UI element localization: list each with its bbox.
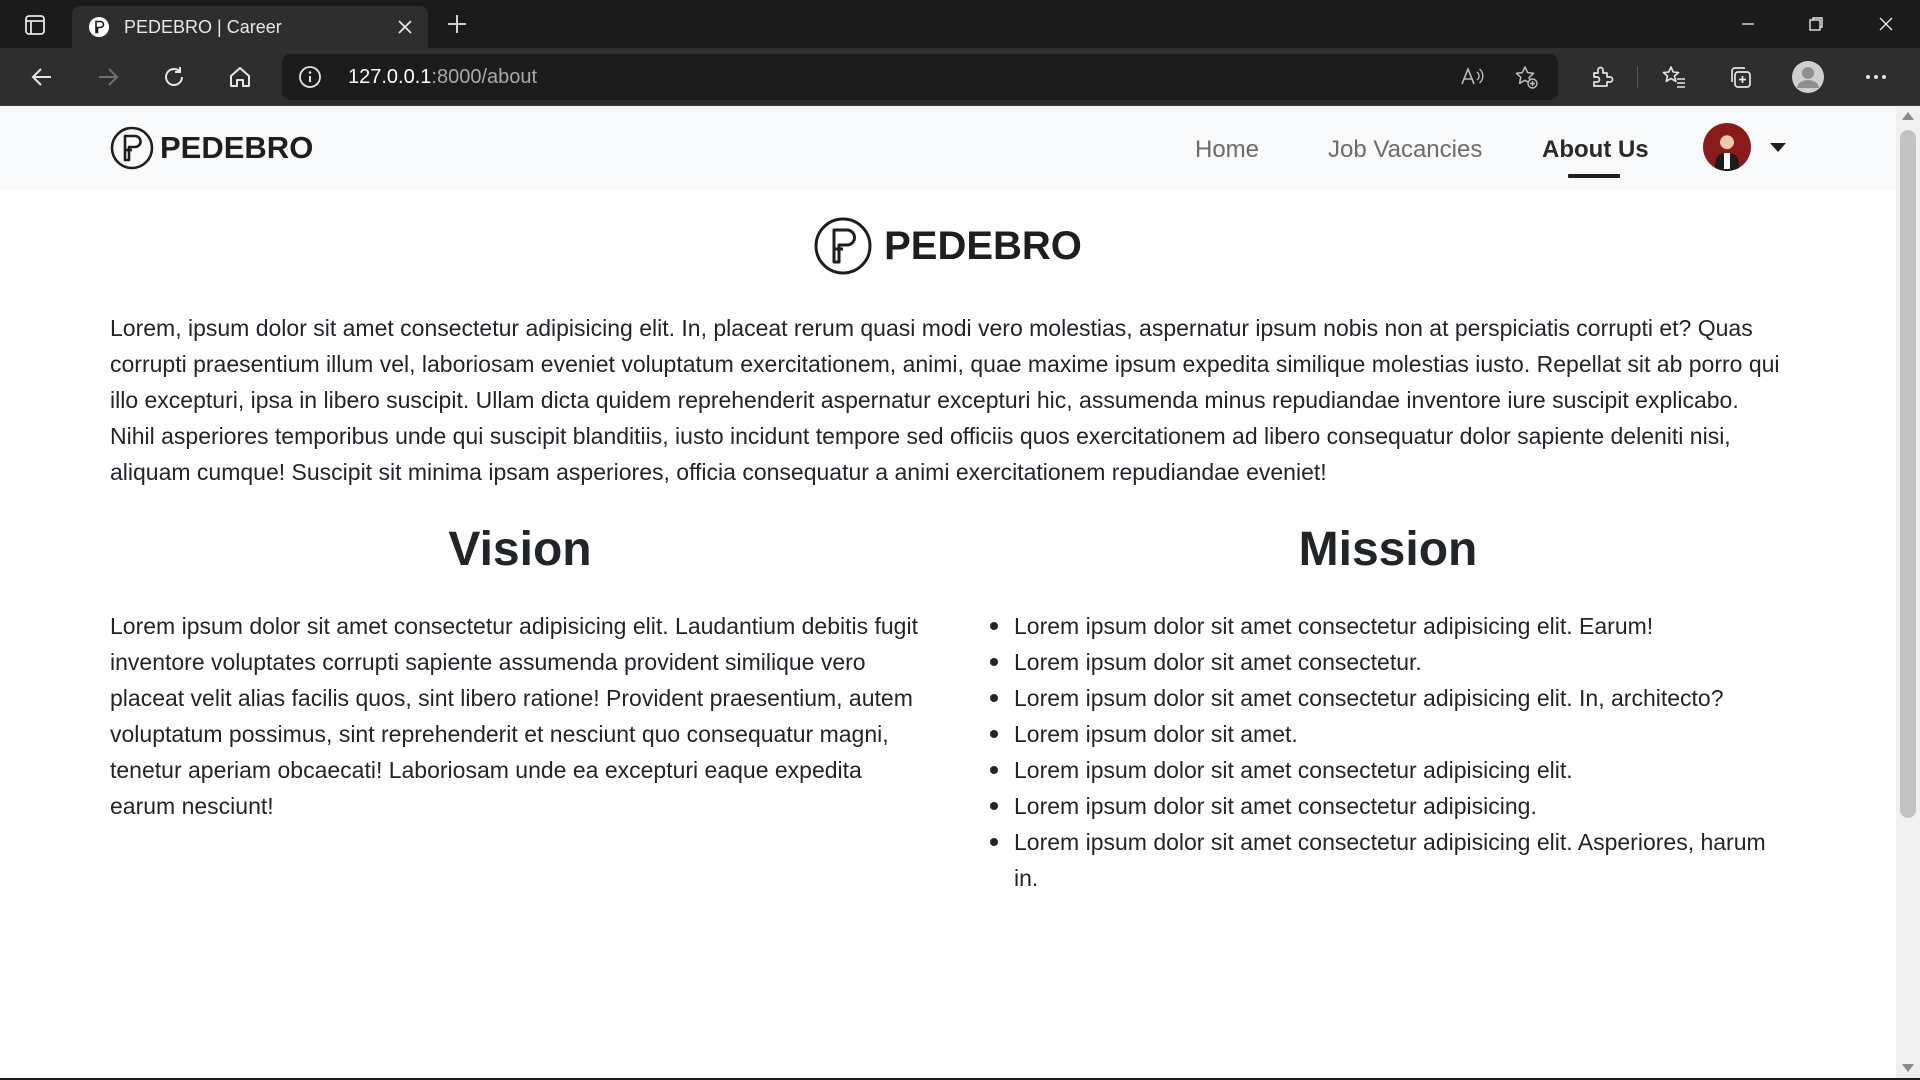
tab-title: PEDEBRO | Career (124, 16, 282, 37)
minimize-icon[interactable] (1714, 0, 1782, 48)
add-favorite-icon[interactable] (1510, 61, 1542, 93)
about-paragraph: Lorem, ipsum dolor sit amet consectetur … (110, 315, 1780, 485)
address-bar[interactable]: 127.0.0.1:8000/about (282, 54, 1558, 100)
info-icon[interactable] (298, 65, 322, 89)
more-icon[interactable] (1856, 57, 1896, 97)
brand-logo-icon (110, 126, 154, 170)
tab-actions-icon[interactable] (14, 10, 56, 40)
brand-link[interactable]: PEDEBRO (110, 126, 313, 170)
back-arrow-icon[interactable] (22, 57, 62, 97)
url-text[interactable]: 127.0.0.1:8000/about (348, 66, 537, 89)
hero-brand-name: PEDEBRO (884, 223, 1082, 268)
url-path: :8000/about (431, 66, 538, 88)
avatar-shirt (1724, 153, 1730, 169)
nav-link-job-vacancies[interactable]: Job Vacancies (1328, 136, 1482, 164)
new-tab-icon[interactable] (440, 9, 474, 39)
page-scrollbar[interactable] (1896, 106, 1920, 1078)
mission-item: Lorem ipsum dolor sit amet consectetur. (988, 644, 1788, 680)
close-tab-icon[interactable] (392, 14, 418, 40)
vision-paragraph: Lorem ipsum dolor sit amet consectetur a… (110, 613, 918, 819)
read-aloud-icon[interactable] (1456, 61, 1488, 93)
close-window-icon[interactable] (1852, 0, 1920, 48)
mission-item: Lorem ipsum dolor sit amet. (988, 716, 1788, 752)
favorites-icon[interactable] (1654, 57, 1694, 97)
vision-title: Vision (448, 523, 592, 576)
scroll-down-arrow-icon[interactable] (1902, 1064, 1914, 1072)
brand-name: PEDEBRO (160, 130, 314, 165)
scroll-thumb[interactable] (1900, 130, 1916, 818)
page-viewport: PEDEBRO Home Job Vacancies About Us PEDE… (0, 106, 1896, 1078)
nav-link-about-us[interactable]: About Us (1542, 136, 1649, 164)
toolbar-divider (1637, 66, 1638, 88)
mission-item: Lorem ipsum dolor sit amet consectetur a… (988, 752, 1788, 788)
collections-icon[interactable] (1720, 57, 1760, 97)
browser-toolbar: 127.0.0.1:8000/about (0, 48, 1920, 106)
mission-title: Mission (1298, 523, 1478, 576)
extensions-icon[interactable] (1582, 57, 1622, 97)
site-favicon-icon (88, 16, 110, 38)
restore-icon[interactable] (1782, 0, 1850, 48)
url-host: 127.0.0.1 (348, 66, 432, 88)
hero-heading: PEDEBRO (0, 214, 1896, 278)
mission-item: Lorem ipsum dolor sit amet consectetur a… (988, 788, 1788, 824)
site-navbar: PEDEBRO Home Job Vacancies About Us (0, 106, 1896, 190)
profile-icon[interactable] (1788, 57, 1828, 97)
home-icon[interactable] (220, 57, 260, 97)
scroll-up-arrow-icon[interactable] (1902, 112, 1914, 120)
user-avatar[interactable] (1703, 123, 1751, 171)
chevron-down-icon[interactable] (1770, 143, 1786, 152)
browser-tab-strip: PEDEBRO | Career (0, 0, 1920, 48)
mission-item: Lorem ipsum dolor sit amet consectetur a… (988, 680, 1788, 716)
mission-item: Lorem ipsum dolor sit amet consectetur a… (988, 608, 1788, 644)
mission-item: Lorem ipsum dolor sit amet consectetur a… (988, 824, 1788, 896)
refresh-icon[interactable] (154, 57, 194, 97)
active-nav-indicator (1568, 174, 1620, 178)
mission-list: Lorem ipsum dolor sit amet consectetur a… (988, 608, 1788, 896)
nav-link-home[interactable]: Home (1195, 136, 1259, 164)
hero-logo-icon (814, 217, 872, 275)
forward-arrow-icon[interactable] (88, 57, 128, 97)
browser-tab[interactable]: PEDEBRO | Career (72, 6, 428, 48)
